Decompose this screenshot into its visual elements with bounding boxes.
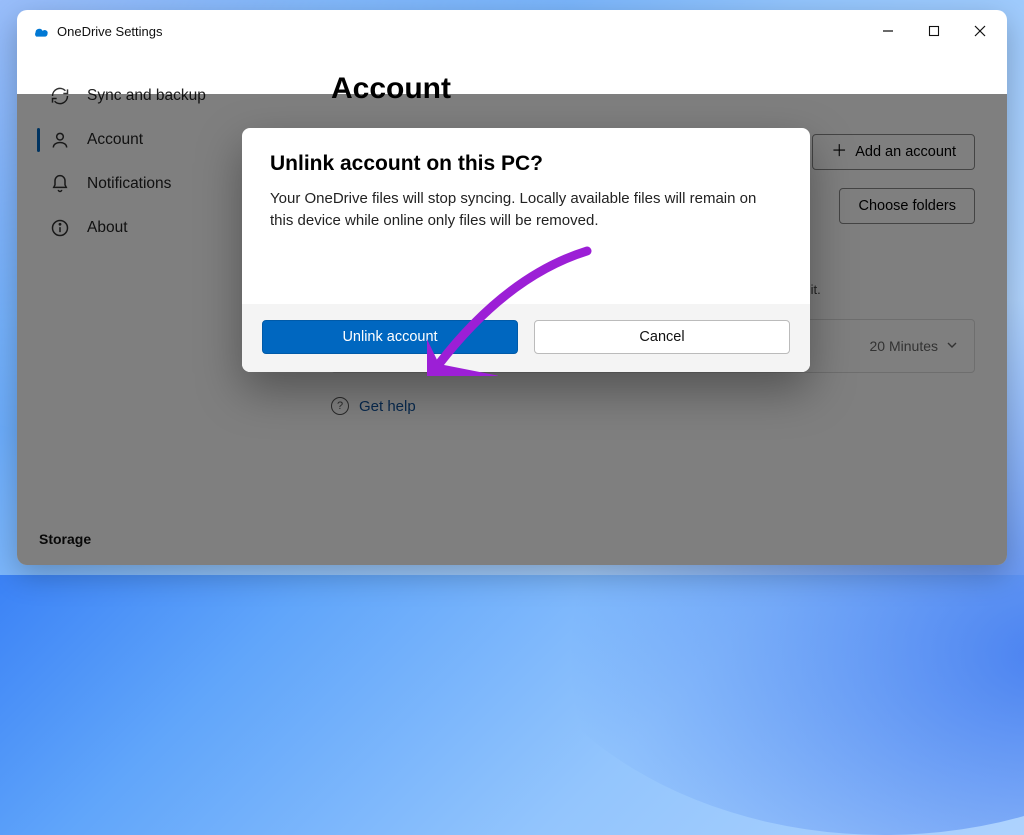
titlebar: OneDrive Settings <box>17 10 1007 52</box>
dialog-title: Unlink account on this PC? <box>270 152 782 176</box>
window-controls <box>865 15 1003 47</box>
dialog-actions: Unlink account Cancel <box>242 304 810 372</box>
unlink-account-label: Unlink account <box>342 329 437 345</box>
close-button[interactable] <box>957 15 1003 47</box>
cancel-button[interactable]: Cancel <box>534 320 790 354</box>
minimize-button[interactable] <box>865 15 911 47</box>
unlink-account-button[interactable]: Unlink account <box>262 320 518 354</box>
onedrive-icon <box>31 22 49 40</box>
settings-window: OneDrive Settings Sync and backup Accoun… <box>17 10 1007 565</box>
cancel-label: Cancel <box>639 329 684 345</box>
window-title: OneDrive Settings <box>57 24 163 39</box>
dialog-body-text: Your OneDrive files will stop syncing. L… <box>270 188 782 232</box>
unlink-dialog: Unlink account on this PC? Your OneDrive… <box>242 128 810 372</box>
maximize-button[interactable] <box>911 15 957 47</box>
